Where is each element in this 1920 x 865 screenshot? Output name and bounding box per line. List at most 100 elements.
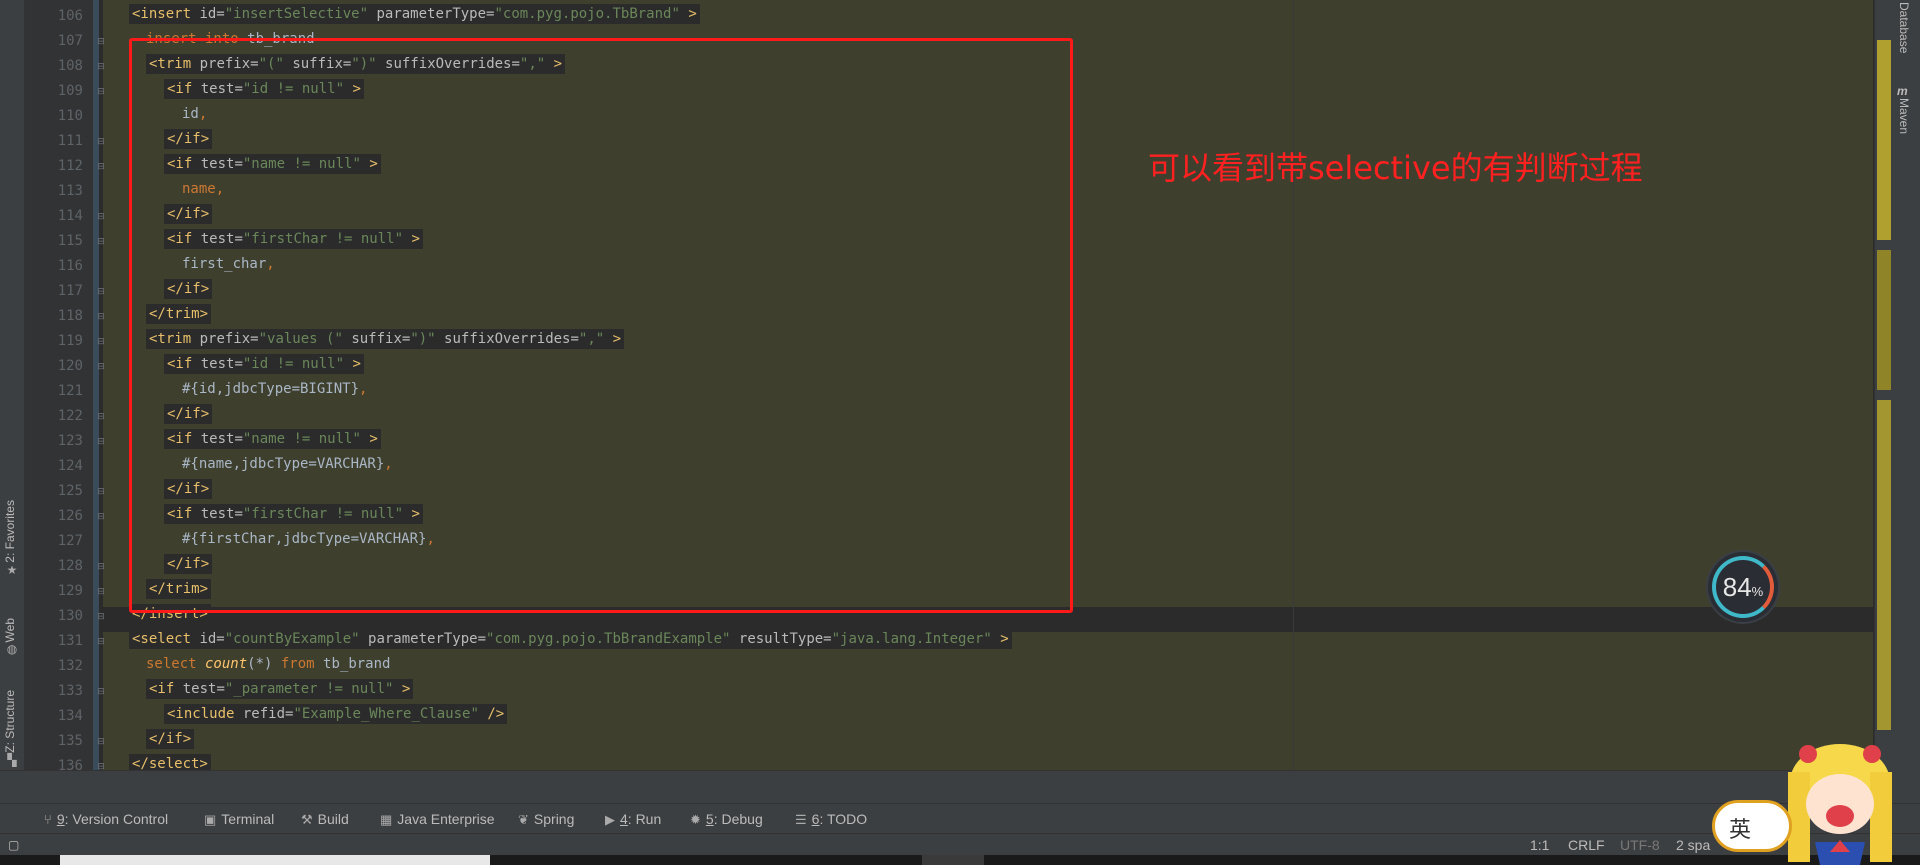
hammer-icon: ⚒ — [301, 812, 313, 827]
caret-position[interactable]: 1:1 — [1530, 834, 1549, 856]
code-token: select — [146, 656, 197, 672]
line-separator[interactable]: CRLF — [1568, 834, 1605, 856]
code-line[interactable]: <select id="countByExample" parameterTyp… — [129, 627, 1012, 652]
code-token: <if — [149, 681, 175, 697]
fold-marker-icon[interactable]: ⊟ — [97, 438, 105, 447]
code-line[interactable]: </select> — [129, 752, 211, 770]
line-number: 134 — [57, 708, 83, 724]
fold-marker-icon[interactable]: ⊟ — [97, 513, 105, 522]
line-number: 110 — [57, 108, 83, 124]
code-token: tb_brand — [314, 656, 391, 672]
code-line[interactable]: </if> — [146, 727, 195, 752]
status-bar: ▢ 1:1 CRLF UTF-8 2 spa — [0, 833, 1920, 855]
debug-tab[interactable]: ✹ 5: Debug — [690, 804, 763, 834]
code-token: > — [393, 681, 411, 697]
fold-marker-icon[interactable]: ⊟ — [97, 213, 105, 222]
code-line[interactable]: select count(*) from tb_brand — [146, 652, 390, 677]
fold-marker-icon[interactable]: ⊟ — [97, 38, 105, 47]
fold-marker-icon[interactable]: ⊟ — [97, 638, 105, 647]
highlight-annotation-box — [129, 38, 1073, 613]
spring-leaf-icon: ❦ — [518, 812, 529, 827]
terminal-tab[interactable]: ▣ Terminal — [204, 804, 274, 834]
line-number: 131 — [57, 633, 83, 649]
fold-marker-icon[interactable]: ⊟ — [97, 63, 105, 72]
run-tab[interactable]: ▶ 4: Run — [605, 804, 661, 834]
code-token: "insertSelective" — [224, 6, 369, 22]
code-token: test= — [174, 681, 225, 697]
memory-value-number: 84 — [1722, 572, 1752, 602]
stripe-marks — [1877, 40, 1891, 240]
favorites-tab[interactable]: 2: Favorites ★ — [3, 500, 21, 577]
taskbar-window[interactable] — [922, 855, 984, 865]
error-stripe[interactable] — [1877, 0, 1891, 770]
version-control-tab[interactable]: ⑂ 9: Version Control — [44, 804, 168, 834]
line-number: 119 — [57, 333, 83, 349]
toggle-tool-windows-icon[interactable]: ▢ — [8, 834, 19, 856]
fold-marker-icon[interactable]: ⊟ — [97, 88, 105, 97]
todo-tab[interactable]: ☰ 6: TODO — [795, 804, 867, 834]
structure-icon: ▚ — [7, 752, 17, 767]
code-segment: select count(*) from tb_brand — [146, 656, 390, 672]
line-number: 132 — [57, 658, 83, 674]
run-key: 4 — [620, 811, 628, 827]
fold-marker-icon[interactable]: ⊟ — [97, 163, 105, 172]
debug-label: : Debug — [713, 811, 763, 827]
code-token: from — [272, 656, 315, 672]
fold-marker-icon[interactable]: ⊟ — [97, 563, 105, 572]
code-token: <select — [132, 631, 192, 647]
line-number: 129 — [57, 583, 83, 599]
code-line[interactable]: <insert id="insertSelective" parameterTy… — [129, 2, 700, 27]
spring-label: Spring — [533, 811, 575, 827]
spring-tab[interactable]: ❦ Spring — [518, 804, 574, 834]
java-enterprise-label: Java Enterprise — [397, 811, 495, 827]
fold-marker-icon[interactable]: ⊟ — [97, 138, 105, 147]
line-number: 115 — [57, 233, 83, 249]
code-line[interactable]: <include refid="Example_Where_Clause" /> — [164, 702, 508, 727]
ime-indicator[interactable]: 英 — [1712, 800, 1792, 852]
java-enterprise-icon: ▦ — [380, 812, 393, 827]
structure-tab[interactable]: Z: Structure ▚ — [3, 690, 21, 767]
maven-tab-label: Maven — [1897, 98, 1911, 135]
code-token: </if> — [149, 731, 192, 747]
file-encoding[interactable]: UTF-8 — [1620, 834, 1660, 856]
line-number: 107 — [57, 33, 83, 49]
play-icon: ▶ — [605, 812, 615, 827]
fold-marker-icon[interactable]: ⊟ — [97, 488, 105, 497]
java-enterprise-tab[interactable]: ▦ Java Enterprise — [380, 804, 495, 834]
fold-marker-icon[interactable]: ⊟ — [97, 238, 105, 247]
code-segment: <if test="_parameter != null" > — [146, 679, 414, 699]
line-number: 122 — [57, 408, 83, 424]
fold-marker-icon[interactable]: ⊟ — [97, 613, 105, 622]
line-number: 113 — [57, 183, 83, 199]
fold-marker-icon[interactable]: ⊟ — [97, 763, 105, 772]
indent-setting[interactable]: 2 spa — [1676, 834, 1710, 856]
build-label: Build — [317, 811, 349, 827]
fold-marker-icon[interactable]: ⊟ — [97, 313, 105, 322]
database-tab[interactable]: Database — [1897, 2, 1911, 53]
code-token: parameterType= — [359, 631, 487, 647]
fold-marker-icon[interactable]: ⊟ — [97, 363, 105, 372]
code-token: </select> — [132, 756, 208, 770]
fold-marker-icon[interactable]: ⊟ — [97, 588, 105, 597]
code-token: "Example_Where_Clause" — [293, 706, 479, 722]
star-icon: ★ — [6, 562, 18, 577]
fold-marker-icon[interactable]: ⊟ — [97, 738, 105, 747]
line-number: 123 — [57, 433, 83, 449]
maven-tab[interactable]: m Maven — [1897, 84, 1911, 134]
web-tab[interactable]: Web ◍ — [3, 618, 21, 656]
fold-marker-icon[interactable]: ⊟ — [97, 338, 105, 347]
line-number: 125 — [57, 483, 83, 499]
line-number: 120 — [57, 358, 83, 374]
build-tab[interactable]: ⚒ Build — [301, 804, 349, 834]
fold-marker-icon[interactable]: ⊟ — [97, 688, 105, 697]
fold-marker-icon[interactable]: ⊟ — [97, 288, 105, 297]
version-control-label: : Version Control — [64, 811, 169, 827]
taskbar-window[interactable] — [60, 855, 490, 865]
code-line[interactable]: <if test="_parameter != null" > — [146, 677, 414, 702]
run-label: : Run — [627, 811, 662, 827]
code-token: /> — [478, 706, 505, 722]
code-token: resultType= — [730, 631, 832, 647]
database-tab-label: Database — [1897, 2, 1911, 54]
line-number: 114 — [57, 208, 83, 224]
fold-marker-icon[interactable]: ⊟ — [97, 413, 105, 422]
